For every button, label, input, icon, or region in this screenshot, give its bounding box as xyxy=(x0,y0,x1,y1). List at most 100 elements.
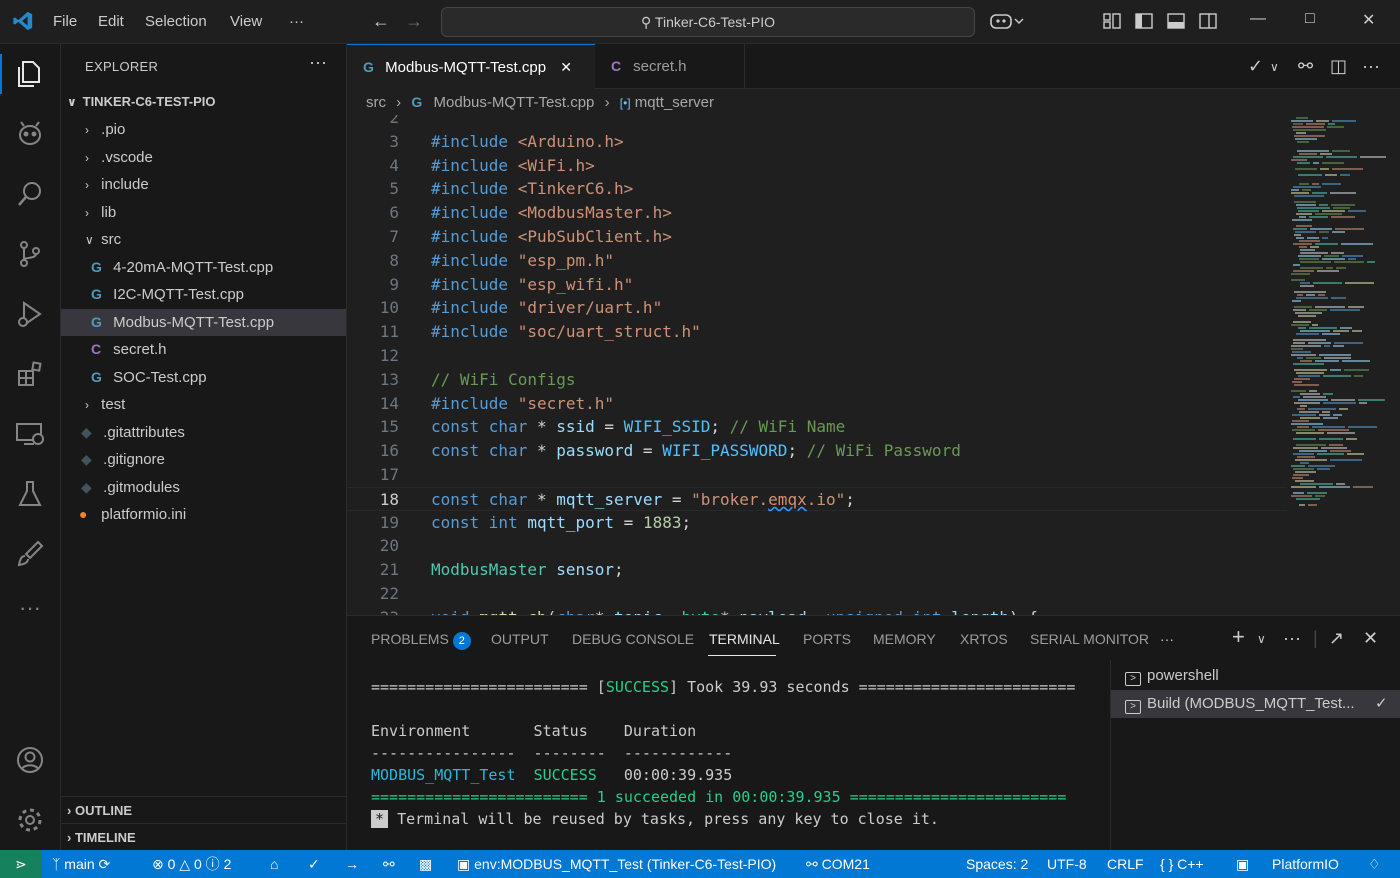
breadcrumb-item-symbol[interactable]: mqtt_server xyxy=(635,94,714,111)
plug-icon[interactable]: ⚯ xyxy=(1298,56,1313,77)
encoding[interactable]: UTF-8 xyxy=(1047,850,1087,878)
notifications-bell-icon[interactable]: ♢ xyxy=(1368,850,1381,878)
panel-tab-more[interactable]: ··· xyxy=(1160,631,1174,647)
new-terminal-icon[interactable]: + xyxy=(1232,624,1245,650)
menu-file[interactable]: File xyxy=(53,13,77,30)
code-line[interactable]: 21 ModbusMaster sensor; xyxy=(347,558,1287,582)
remote-explorer-icon[interactable] xyxy=(14,418,46,450)
tree-file-gitattributes[interactable]: ◆ .gitattributes xyxy=(61,419,346,446)
panel-tab-memory[interactable]: MEMORY xyxy=(873,631,936,647)
code-line[interactable]: 17 xyxy=(347,463,1287,487)
minimap[interactable] xyxy=(1287,115,1400,615)
terminal-output[interactable]: ======================== [SUCCESS] Took … xyxy=(371,674,1091,849)
close-window-icon[interactable]: ✕ xyxy=(1362,10,1375,30)
copilot-status-icon[interactable]: ▣ xyxy=(1236,850,1249,878)
copilot-icon[interactable] xyxy=(990,11,1024,31)
extensions-icon[interactable] xyxy=(14,358,46,390)
panel-tab-ports[interactable]: PORTS xyxy=(803,631,851,647)
tree-folder-src[interactable]: ∨ src xyxy=(61,226,346,253)
tree-folder-lib[interactable]: › lib xyxy=(61,199,346,226)
code-line[interactable]: 18 const char * mqtt_server = "broker.emq… xyxy=(347,486,1287,511)
terminal-item-build[interactable]: > Build (MODBUS_MQTT_Test... ✓ xyxy=(1111,690,1400,718)
platformio-alien-icon[interactable] xyxy=(14,118,46,150)
forward-arrow-icon[interactable]: → xyxy=(405,11,423,32)
chevron-down-icon[interactable]: ∨ xyxy=(1270,60,1279,74)
tree-folder-include[interactable]: › include xyxy=(61,171,346,198)
tab-modbus-mqtt-test[interactable]: G Modbus-MQTT-Test.cpp ✕ xyxy=(347,44,595,89)
code-line[interactable]: 22 xyxy=(347,582,1287,606)
tab-secret-h[interactable]: C secret.h xyxy=(595,44,745,89)
minimize-icon[interactable]: — xyxy=(1250,10,1266,28)
tree-file-soc[interactable]: G SOC-Test.cpp xyxy=(61,364,346,391)
code-line[interactable]: 16 const char * password = WIFI_PASSWORD;… xyxy=(347,439,1287,463)
code-line[interactable]: 2 xyxy=(347,115,1287,130)
menu-view[interactable]: View xyxy=(230,13,262,30)
command-center-search[interactable]: ⚲ Tinker-C6-Test-PIO xyxy=(441,7,975,37)
menu-edit[interactable]: Edit xyxy=(98,13,124,30)
code-editor[interactable]: 2 3 #include <Arduino.h> 4 #include <WiFi.h>… xyxy=(347,115,1287,615)
platformio-status[interactable]: PlatformIO xyxy=(1272,850,1339,878)
settings-gear-icon[interactable] xyxy=(14,804,46,836)
panel-tab-debug-console[interactable]: DEBUG CONSOLE xyxy=(572,631,694,647)
tree-file-gitmodules[interactable]: ◆ .gitmodules xyxy=(61,474,346,501)
close-panel-icon[interactable]: ✕ xyxy=(1363,628,1378,649)
tree-file-modbus[interactable]: G Modbus-MQTT-Test.cpp xyxy=(61,309,346,336)
platformio-terminal-icon[interactable]: ▩ xyxy=(419,850,432,878)
tree-file-gitignore[interactable]: ◆ .gitignore xyxy=(61,446,346,473)
platformio-env[interactable]: ▣ env:MODBUS_MQTT_Test (Tinker-C6-Test-P… xyxy=(457,850,776,878)
code-line[interactable]: 10 #include "driver/uart.h" xyxy=(347,296,1287,320)
toggle-panel-icon[interactable] xyxy=(1166,11,1186,31)
code-line[interactable]: 4 #include <WiFi.h> xyxy=(347,154,1287,178)
problems-summary[interactable]: ⊗ 0 △ 0 ⓘ 2 xyxy=(152,850,231,878)
back-arrow-icon[interactable]: ← xyxy=(372,11,390,32)
platformio-serial-icon[interactable]: ⚯ xyxy=(383,850,395,878)
maximize-icon[interactable]: □ xyxy=(1305,10,1315,28)
panel-tab-problems[interactable]: PROBLEMS 2 xyxy=(371,631,471,650)
breadcrumb-item-file[interactable]: Modbus-MQTT-Test.cpp xyxy=(434,94,595,111)
breadcrumb-item-src[interactable]: src xyxy=(366,94,386,111)
panel-tab-terminal[interactable]: TERMINAL xyxy=(709,631,780,647)
run-debug-icon[interactable] xyxy=(14,298,46,330)
code-line[interactable]: 3 #include <Arduino.h> xyxy=(347,130,1287,154)
explorer-icon[interactable] xyxy=(14,58,46,90)
split-editor-icon[interactable]: ◫ xyxy=(1330,56,1347,77)
code-line[interactable]: 8 #include "esp_pm.h" xyxy=(347,249,1287,273)
code-line[interactable]: 9 #include "esp_wifi.h" xyxy=(347,273,1287,297)
toggle-secondary-sidebar-icon[interactable] xyxy=(1198,11,1218,31)
editor-more-icon[interactable]: ··· xyxy=(1362,56,1380,77)
timeline-section[interactable]: › TIMELINE xyxy=(61,823,346,850)
outline-section[interactable]: › OUTLINE xyxy=(61,796,346,823)
terminal-item-powershell[interactable]: > powershell xyxy=(1111,662,1400,690)
vscode-logo-icon[interactable] xyxy=(12,10,34,32)
serial-port[interactable]: ⚯ COM21 xyxy=(806,850,870,878)
accounts-icon[interactable] xyxy=(14,744,46,776)
indentation[interactable]: Spaces: 2 xyxy=(966,850,1028,878)
code-line[interactable]: 11 #include "soc/uart_struct.h" xyxy=(347,320,1287,344)
platformio-upload-icon[interactable]: → xyxy=(345,850,359,878)
customize-layout-icon[interactable] xyxy=(1102,11,1122,31)
platformio-home-icon[interactable]: ⌂ xyxy=(270,850,278,878)
platformio-build-icon[interactable]: ✓ xyxy=(308,850,320,878)
code-line[interactable]: 20 xyxy=(347,534,1287,558)
remote-indicator-icon[interactable]: ⋗ xyxy=(0,850,42,878)
panel-tab-serial-monitor[interactable]: SERIAL MONITOR xyxy=(1030,631,1149,647)
close-icon[interactable]: ✕ xyxy=(560,59,572,75)
chevron-down-icon[interactable]: ∨ xyxy=(1257,632,1266,646)
tree-file-i2c[interactable]: G I2C-MQTT-Test.cpp xyxy=(61,281,346,308)
menu-selection[interactable]: Selection xyxy=(145,13,207,30)
code-line[interactable]: 12 xyxy=(347,344,1287,368)
git-branch[interactable]: ᛉ main ⟳ xyxy=(52,850,110,878)
tree-file-secret[interactable]: C secret.h xyxy=(61,336,346,363)
explorer-more-icon[interactable]: ··· xyxy=(309,52,327,73)
end-of-line[interactable]: CRLF xyxy=(1107,850,1144,878)
workspace-root[interactable]: ∨ TINKER-C6-TEST-PIO xyxy=(61,88,346,115)
more-views-icon[interactable]: ··· xyxy=(14,597,46,630)
code-line[interactable]: 13 // WiFi Configs xyxy=(347,368,1287,392)
source-control-icon[interactable] xyxy=(14,238,46,270)
tree-folder-pio[interactable]: › .pio xyxy=(61,116,346,143)
tree-file-4-20ma[interactable]: G 4-20mA-MQTT-Test.cpp xyxy=(61,254,346,281)
code-line[interactable]: 7 #include <PubSubClient.h> xyxy=(347,225,1287,249)
tree-folder-vscode[interactable]: › .vscode xyxy=(61,144,346,171)
code-line[interactable]: 15 const char * ssid = WIFI_SSID; // WiFi… xyxy=(347,415,1287,439)
code-line[interactable]: 5 #include <TinkerC6.h> xyxy=(347,177,1287,201)
